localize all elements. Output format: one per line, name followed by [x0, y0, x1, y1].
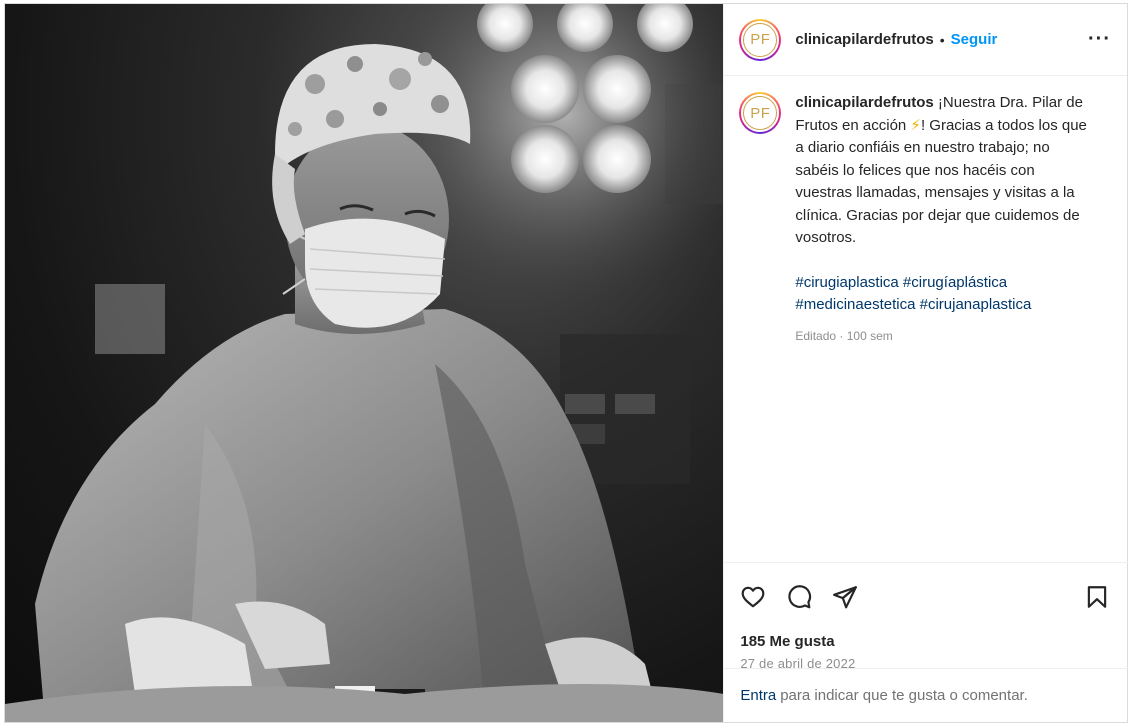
caption-meta: Editado · 100 sem [795, 328, 893, 343]
heart-icon[interactable] [740, 584, 766, 610]
follow-button[interactable]: Seguir [951, 31, 998, 48]
login-link[interactable]: Entra [740, 687, 776, 704]
lightning-emoji-icon: ⚡ [910, 116, 921, 134]
post-side-panel: PF clinicapilardefrutos • Seguir ··· PF … [723, 4, 1129, 722]
avatar[interactable]: PF [739, 18, 782, 61]
caption-text-part2: ! Gracias a todos los que a diario confi… [795, 116, 1087, 247]
hashtag-link[interactable]: #medicinaestetica [795, 296, 915, 313]
likes-count[interactable]: 185 Me gusta [740, 633, 1112, 650]
hashtag-link[interactable]: #cirugíaplástica [903, 274, 1007, 291]
caption-username[interactable]: clinicapilardefrutos [795, 94, 933, 111]
header-separator: • [939, 31, 945, 48]
avatar-logo: PF [743, 22, 778, 57]
header-username[interactable]: clinicapilardefrutos [795, 31, 933, 48]
login-prompt: Entra para indicar que te gusta o coment… [724, 668, 1129, 722]
hashtag-link[interactable]: #cirugiaplastica [795, 274, 898, 291]
hashtag-link[interactable]: #cirujanaplastica [920, 296, 1032, 313]
comment-icon[interactable] [786, 584, 812, 610]
action-bar [740, 579, 1112, 615]
surgeon-photo-illustration [5, 4, 724, 722]
caption-avatar-frame: PF [741, 94, 780, 132]
instagram-post: PF clinicapilardefrutos • Seguir ··· PF … [4, 3, 1129, 723]
engagement-section: 185 Me gusta 27 de abril de 2022 [724, 562, 1129, 671]
share-icon[interactable] [832, 584, 858, 610]
hashtag-list: #cirugiaplastica #cirugíaplástica #medic… [795, 272, 1095, 317]
avatar-frame: PF [741, 20, 780, 59]
login-prompt-text: para indicar que te gusta o comentar. [780, 687, 1028, 704]
caption-avatar[interactable]: PF [739, 92, 782, 134]
post-header: PF clinicapilardefrutos • Seguir ··· [724, 4, 1127, 76]
post-photo[interactable] [5, 4, 724, 722]
more-options-icon[interactable]: ··· [1088, 28, 1111, 51]
bookmark-icon[interactable] [1084, 584, 1110, 610]
caption-avatar-logo: PF [743, 96, 778, 130]
